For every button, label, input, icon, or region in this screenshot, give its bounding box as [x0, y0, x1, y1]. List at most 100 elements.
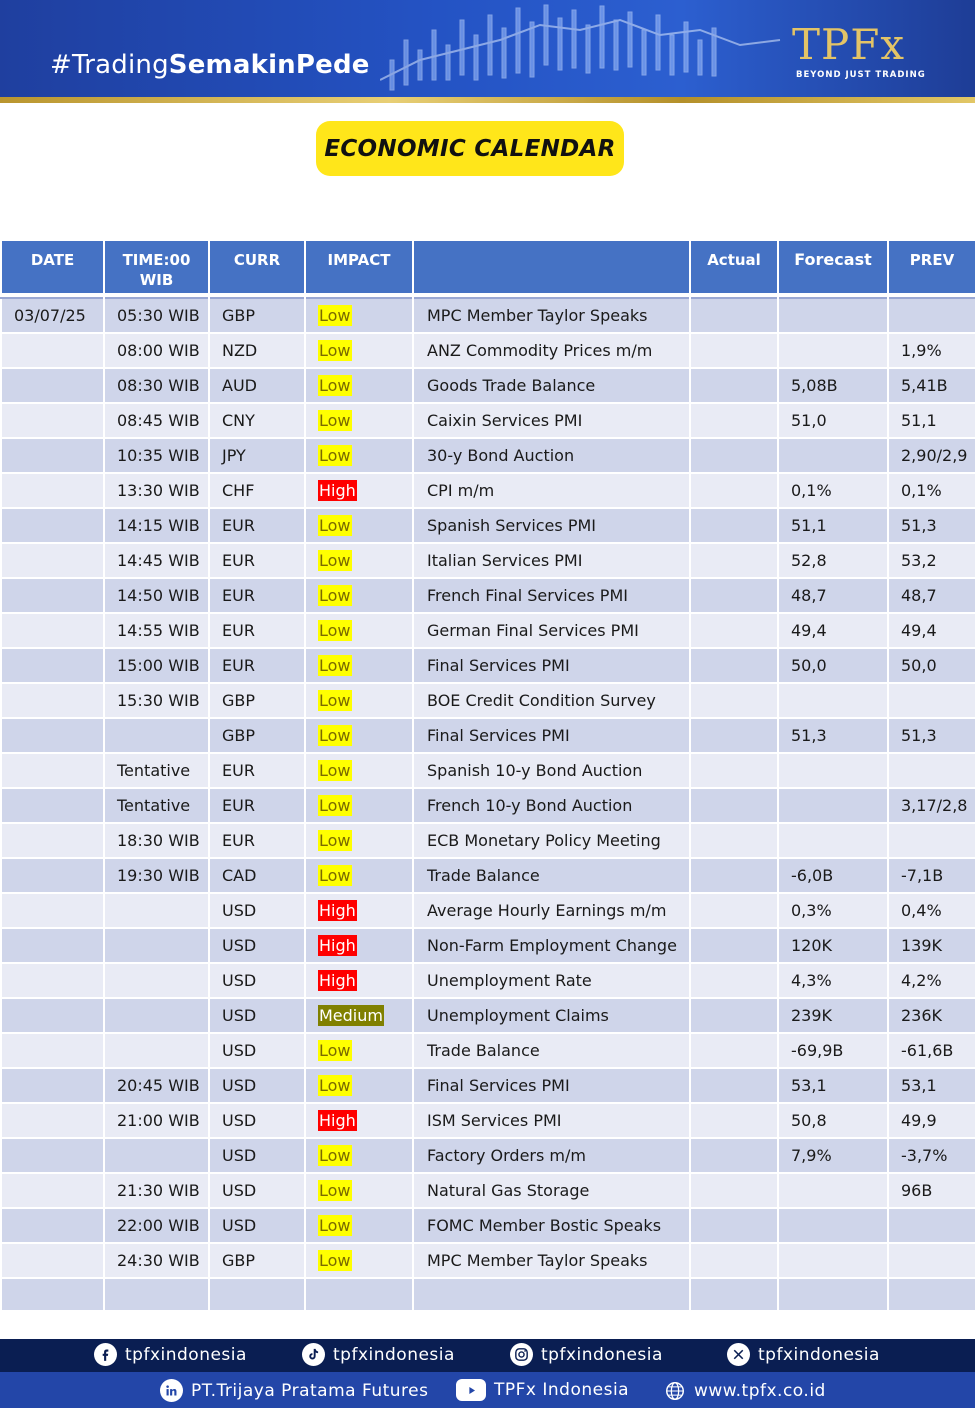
cell-actual — [689, 507, 779, 544]
cell-curr: GBP — [208, 717, 306, 754]
cell-event — [412, 1277, 691, 1312]
cell-impact: High — [304, 892, 414, 929]
cell-impact: Low — [304, 1137, 414, 1174]
table-header-row: DATE TIME:00 WIB CURR IMPACT Actual Forec… — [0, 239, 975, 295]
cell-date — [0, 962, 105, 999]
link-linkedin[interactable]: PT.Trijaya Pratama Futures — [160, 1379, 428, 1402]
cell-curr — [208, 1277, 306, 1312]
table-row: 08:00 WIB NZD Low ANZ Commodity Prices m/m 1… — [0, 332, 975, 369]
impact-badge: Low — [318, 655, 352, 676]
link-linkedin-label: PT.Trijaya Pratama Futures — [191, 1380, 429, 1401]
cell-impact: High — [304, 1102, 414, 1139]
cell-date — [0, 1172, 105, 1209]
cell-forecast: 5,08B — [777, 367, 889, 404]
cell-impact: Low — [304, 437, 414, 474]
social-x-label: tpfxindonesia — [758, 1344, 880, 1365]
cell-time: 15:00 WIB — [103, 647, 210, 684]
linkedin-icon — [160, 1379, 183, 1402]
cell-curr: NZD — [208, 332, 306, 369]
cell-actual — [689, 1242, 779, 1279]
cell-actual — [689, 1277, 779, 1312]
cell-event: Goods Trade Balance — [412, 367, 691, 404]
cell-actual — [689, 787, 779, 824]
cell-event: Spanish 10-y Bond Auction — [412, 752, 691, 789]
table-row: 20:45 WIB USD Low Final Services PMI 53,1 53,… — [0, 1067, 975, 1104]
table-row: 19:30 WIB CAD Low Trade Balance -6,0B -7,1B — [0, 857, 975, 894]
cell-date: 03/07/25 — [0, 297, 105, 334]
cell-curr: USD — [208, 997, 306, 1034]
youtube-icon — [456, 1379, 486, 1401]
cell-curr: EUR — [208, 787, 306, 824]
social-facebook[interactable]: tpfxindonesia — [94, 1343, 247, 1366]
cell-forecast — [777, 297, 889, 334]
cell-event: Trade Balance — [412, 1032, 691, 1069]
tiktok-icon — [302, 1343, 325, 1366]
cell-impact: Low — [304, 752, 414, 789]
cell-prev: 2,90/2,9 — [887, 437, 975, 474]
cell-actual — [689, 1102, 779, 1139]
cell-event: French 10-y Bond Auction — [412, 787, 691, 824]
link-website[interactable]: www.tpfx.co.id — [663, 1379, 826, 1402]
impact-badge: Low — [318, 725, 352, 746]
header-prev: PREV — [887, 239, 975, 295]
cell-forecast: 4,3% — [777, 962, 889, 999]
cell-date — [0, 472, 105, 509]
cell-forecast: 120K — [777, 927, 889, 964]
table-row: USD High Non-Farm Employment Change 120K 139… — [0, 927, 975, 964]
cell-impact: Low — [304, 1032, 414, 1069]
social-instagram-label: tpfxindonesia — [541, 1344, 663, 1365]
cell-actual — [689, 402, 779, 439]
cell-date — [0, 612, 105, 649]
cell-date — [0, 752, 105, 789]
cell-curr: USD — [208, 1067, 306, 1104]
social-facebook-label: tpfxindonesia — [125, 1344, 247, 1365]
cell-event: Unemployment Rate — [412, 962, 691, 999]
cell-impact: Low — [304, 1172, 414, 1209]
cell-curr: GBP — [208, 1242, 306, 1279]
cell-impact: Low — [304, 857, 414, 894]
cell-event: Final Services PMI — [412, 717, 691, 754]
impact-badge: Low — [318, 305, 352, 326]
impact-badge: Low — [318, 795, 352, 816]
table-row: 14:50 WIB EUR Low French Final Services PMI… — [0, 577, 975, 614]
table-row: Tentative EUR Low Spanish 10-y Bond Auction — [0, 752, 975, 789]
cell-impact: Low — [304, 402, 414, 439]
cell-impact: Low — [304, 367, 414, 404]
table-row: 14:15 WIB EUR Low Spanish Services PMI 51,1 5… — [0, 507, 975, 544]
header-curr: CURR — [208, 239, 306, 295]
cell-impact: Low — [304, 1207, 414, 1244]
cell-prev: 0,1% — [887, 472, 975, 509]
table-row: 13:30 WIB CHF High CPI m/m 0,1% 0,1% — [0, 472, 975, 509]
cell-prev: 5,41B — [887, 367, 975, 404]
logo-tagline: BEYOND JUST TRADING — [796, 70, 926, 80]
link-youtube[interactable]: TPFx Indonesia — [456, 1379, 629, 1401]
header-banner: #TradingSemakinPede TPFx BEYOND JUST TRA… — [0, 0, 975, 98]
cell-forecast: 7,9% — [777, 1137, 889, 1174]
cell-event: German Final Services PMI — [412, 612, 691, 649]
impact-badge: Low — [318, 1040, 352, 1061]
cell-time: 14:50 WIB — [103, 577, 210, 614]
table-row: 21:30 WIB USD Low Natural Gas Storage 96B — [0, 1172, 975, 1209]
cell-curr: GBP — [208, 682, 306, 719]
cell-impact: Low — [304, 297, 414, 334]
table-row: GBP Low Final Services PMI 51,3 51,3 — [0, 717, 975, 754]
table-row: 10:35 WIB JPY Low 30-y Bond Auction 2,90/2,9 — [0, 437, 975, 474]
cell-prev — [887, 822, 975, 859]
cell-time — [103, 927, 210, 964]
cell-actual — [689, 332, 779, 369]
cell-event: MPC Member Taylor Speaks — [412, 1242, 691, 1279]
social-tiktok[interactable]: tpfxindonesia — [302, 1343, 455, 1366]
cell-curr: EUR — [208, 822, 306, 859]
cell-actual — [689, 367, 779, 404]
table-row: 22:00 WIB USD Low FOMC Member Bostic Speaks — [0, 1207, 975, 1244]
stock-chart-decoration — [380, 4, 781, 91]
social-instagram[interactable]: tpfxindonesia — [510, 1343, 663, 1366]
cell-curr: USD — [208, 892, 306, 929]
cell-curr: USD — [208, 1137, 306, 1174]
cell-prev: 51,3 — [887, 507, 975, 544]
social-x[interactable]: tpfxindonesia — [727, 1343, 880, 1366]
header-forecast: Forecast — [777, 239, 889, 295]
cell-curr: USD — [208, 1207, 306, 1244]
cell-date — [0, 367, 105, 404]
cell-curr: EUR — [208, 647, 306, 684]
